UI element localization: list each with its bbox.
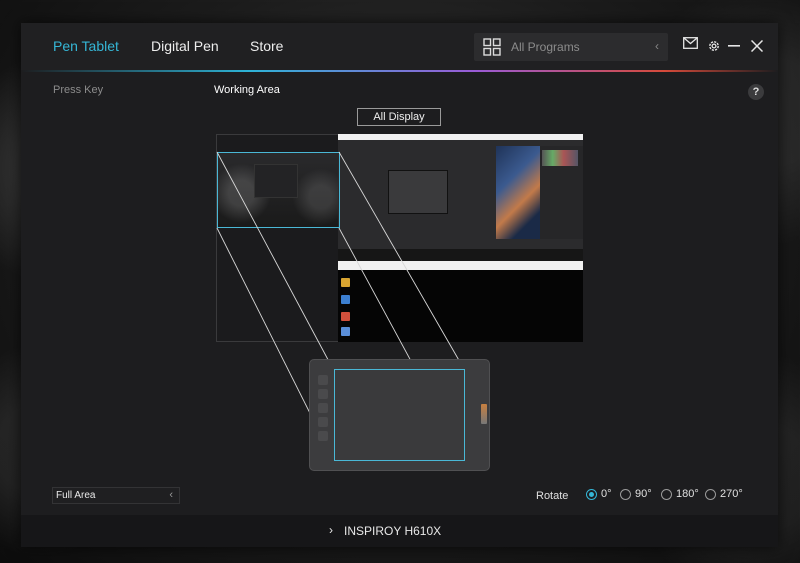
rotate-option-270[interactable]: 270° xyxy=(705,488,743,500)
radio-unchecked-icon xyxy=(705,488,716,500)
rotate-option-label: 270° xyxy=(720,488,743,500)
chevron-right-icon[interactable]: › xyxy=(329,523,333,537)
rotate-option-0[interactable]: 0° xyxy=(586,488,612,500)
express-key-1[interactable] xyxy=(318,375,328,385)
express-key-2[interactable] xyxy=(318,389,328,399)
rotate-label: Rotate xyxy=(536,490,569,502)
radio-unchecked-icon xyxy=(661,488,672,500)
rotate-option-90[interactable]: 90° xyxy=(620,488,652,500)
area-select[interactable]: Full Area ‹ xyxy=(52,487,180,504)
tablet-express-keys xyxy=(316,375,330,445)
rotate-option-label: 90° xyxy=(635,488,652,500)
express-key-5[interactable] xyxy=(318,431,328,441)
chevron-left-icon: ‹ xyxy=(169,489,173,501)
tablet-preview xyxy=(309,359,490,471)
express-key-3[interactable] xyxy=(318,403,328,413)
device-bar[interactable]: › INSPIROY H610X xyxy=(21,515,778,547)
tablet-active-area[interactable] xyxy=(334,369,465,461)
rotate-option-180[interactable]: 180° xyxy=(661,488,699,500)
express-key-4[interactable] xyxy=(318,417,328,427)
tablet-brand-logo xyxy=(481,404,487,424)
radio-unchecked-icon xyxy=(620,488,631,500)
app-window: Pen Tablet Digital Pen Store All Program… xyxy=(21,23,778,547)
rotate-option-label: 180° xyxy=(676,488,699,500)
device-name: INSPIROY H610X xyxy=(344,524,442,538)
rotate-option-label: 0° xyxy=(601,488,612,500)
radio-checked-icon xyxy=(586,488,597,500)
area-select-value: Full Area xyxy=(56,490,96,501)
